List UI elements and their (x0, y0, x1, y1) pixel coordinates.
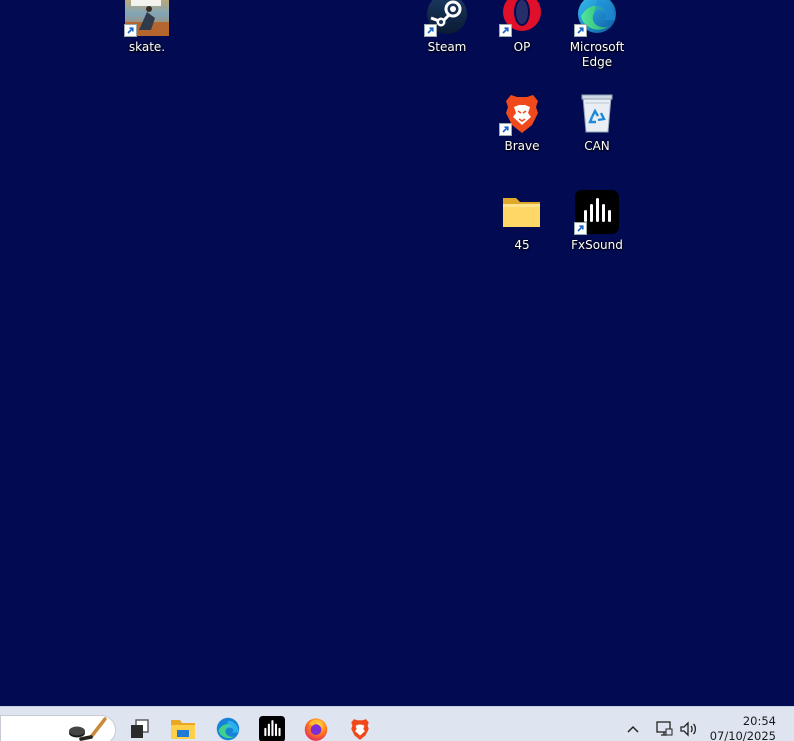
desktop-icon-label: FxSound (571, 238, 623, 252)
desktop-icon-brave[interactable]: Brave (484, 91, 560, 154)
skate-game-icon (124, 0, 169, 37)
desktop[interactable]: skate. Steam OP Microsoft Edge Brave CAN… (0, 0, 794, 706)
steam-icon (424, 0, 469, 37)
taskbar-brave-button[interactable] (345, 716, 375, 741)
desktop-icon-recycle-bin[interactable]: CAN (559, 91, 635, 154)
shortcut-arrow-icon (499, 24, 512, 37)
recycle-bin-icon (575, 91, 619, 135)
folder-icon (170, 717, 196, 741)
desktop-icon-steam[interactable]: Steam (409, 0, 485, 55)
hockey-stick-puck-icon (65, 717, 111, 741)
taskbar-fxsound-button[interactable] (257, 716, 287, 741)
shortcut-arrow-icon (574, 24, 587, 37)
desktop-icon-edge[interactable]: Microsoft Edge (559, 0, 635, 70)
taskbar: 20:54 07/10/2025 (0, 706, 794, 741)
desktop-icon-label: 45 (514, 238, 530, 252)
taskbar-task-view-button[interactable] (124, 716, 154, 741)
chevron-up-icon[interactable] (624, 721, 642, 739)
desktop-icon-fxsound[interactable]: FxSound (559, 190, 635, 253)
desktop-icon-label: Steam (427, 40, 467, 54)
search-box[interactable] (0, 715, 116, 741)
shortcut-arrow-icon (424, 24, 437, 37)
shortcut-arrow-icon (574, 222, 587, 235)
network-icon[interactable] (655, 720, 673, 738)
firefox-icon (303, 716, 329, 741)
desktop-icon-folder-45[interactable]: 45 (484, 190, 560, 253)
desktop-icon-label: Microsoft Edge (569, 40, 625, 69)
task-view-icon (128, 718, 150, 741)
clock-date: 07/10/2025 (709, 729, 776, 741)
desktop-icon-opera[interactable]: OP (484, 0, 560, 55)
volume-icon[interactable] (679, 720, 699, 738)
edge-icon (574, 0, 619, 37)
desktop-icon-label: OP (513, 40, 531, 54)
shortcut-arrow-icon (124, 24, 137, 37)
fxsound-icon (574, 190, 619, 235)
desktop-icon-skate[interactable]: skate. (109, 0, 185, 55)
brave-icon (499, 91, 544, 136)
taskbar-file-explorer-button[interactable] (168, 716, 198, 741)
edge-icon (215, 716, 241, 741)
taskbar-clock[interactable]: 20:54 07/10/2025 (706, 714, 776, 741)
taskbar-firefox-button[interactable] (301, 716, 331, 741)
shortcut-arrow-icon (499, 123, 512, 136)
clock-time: 20:54 (742, 714, 776, 728)
folder-icon (500, 190, 544, 234)
opera-icon (499, 0, 544, 37)
desktop-icon-label: Brave (504, 139, 540, 153)
desktop-icon-label: CAN (584, 139, 610, 153)
fxsound-icon (259, 716, 285, 741)
taskbar-edge-button[interactable] (213, 716, 243, 741)
desktop-icon-label: skate. (128, 40, 166, 54)
brave-icon (348, 716, 372, 741)
